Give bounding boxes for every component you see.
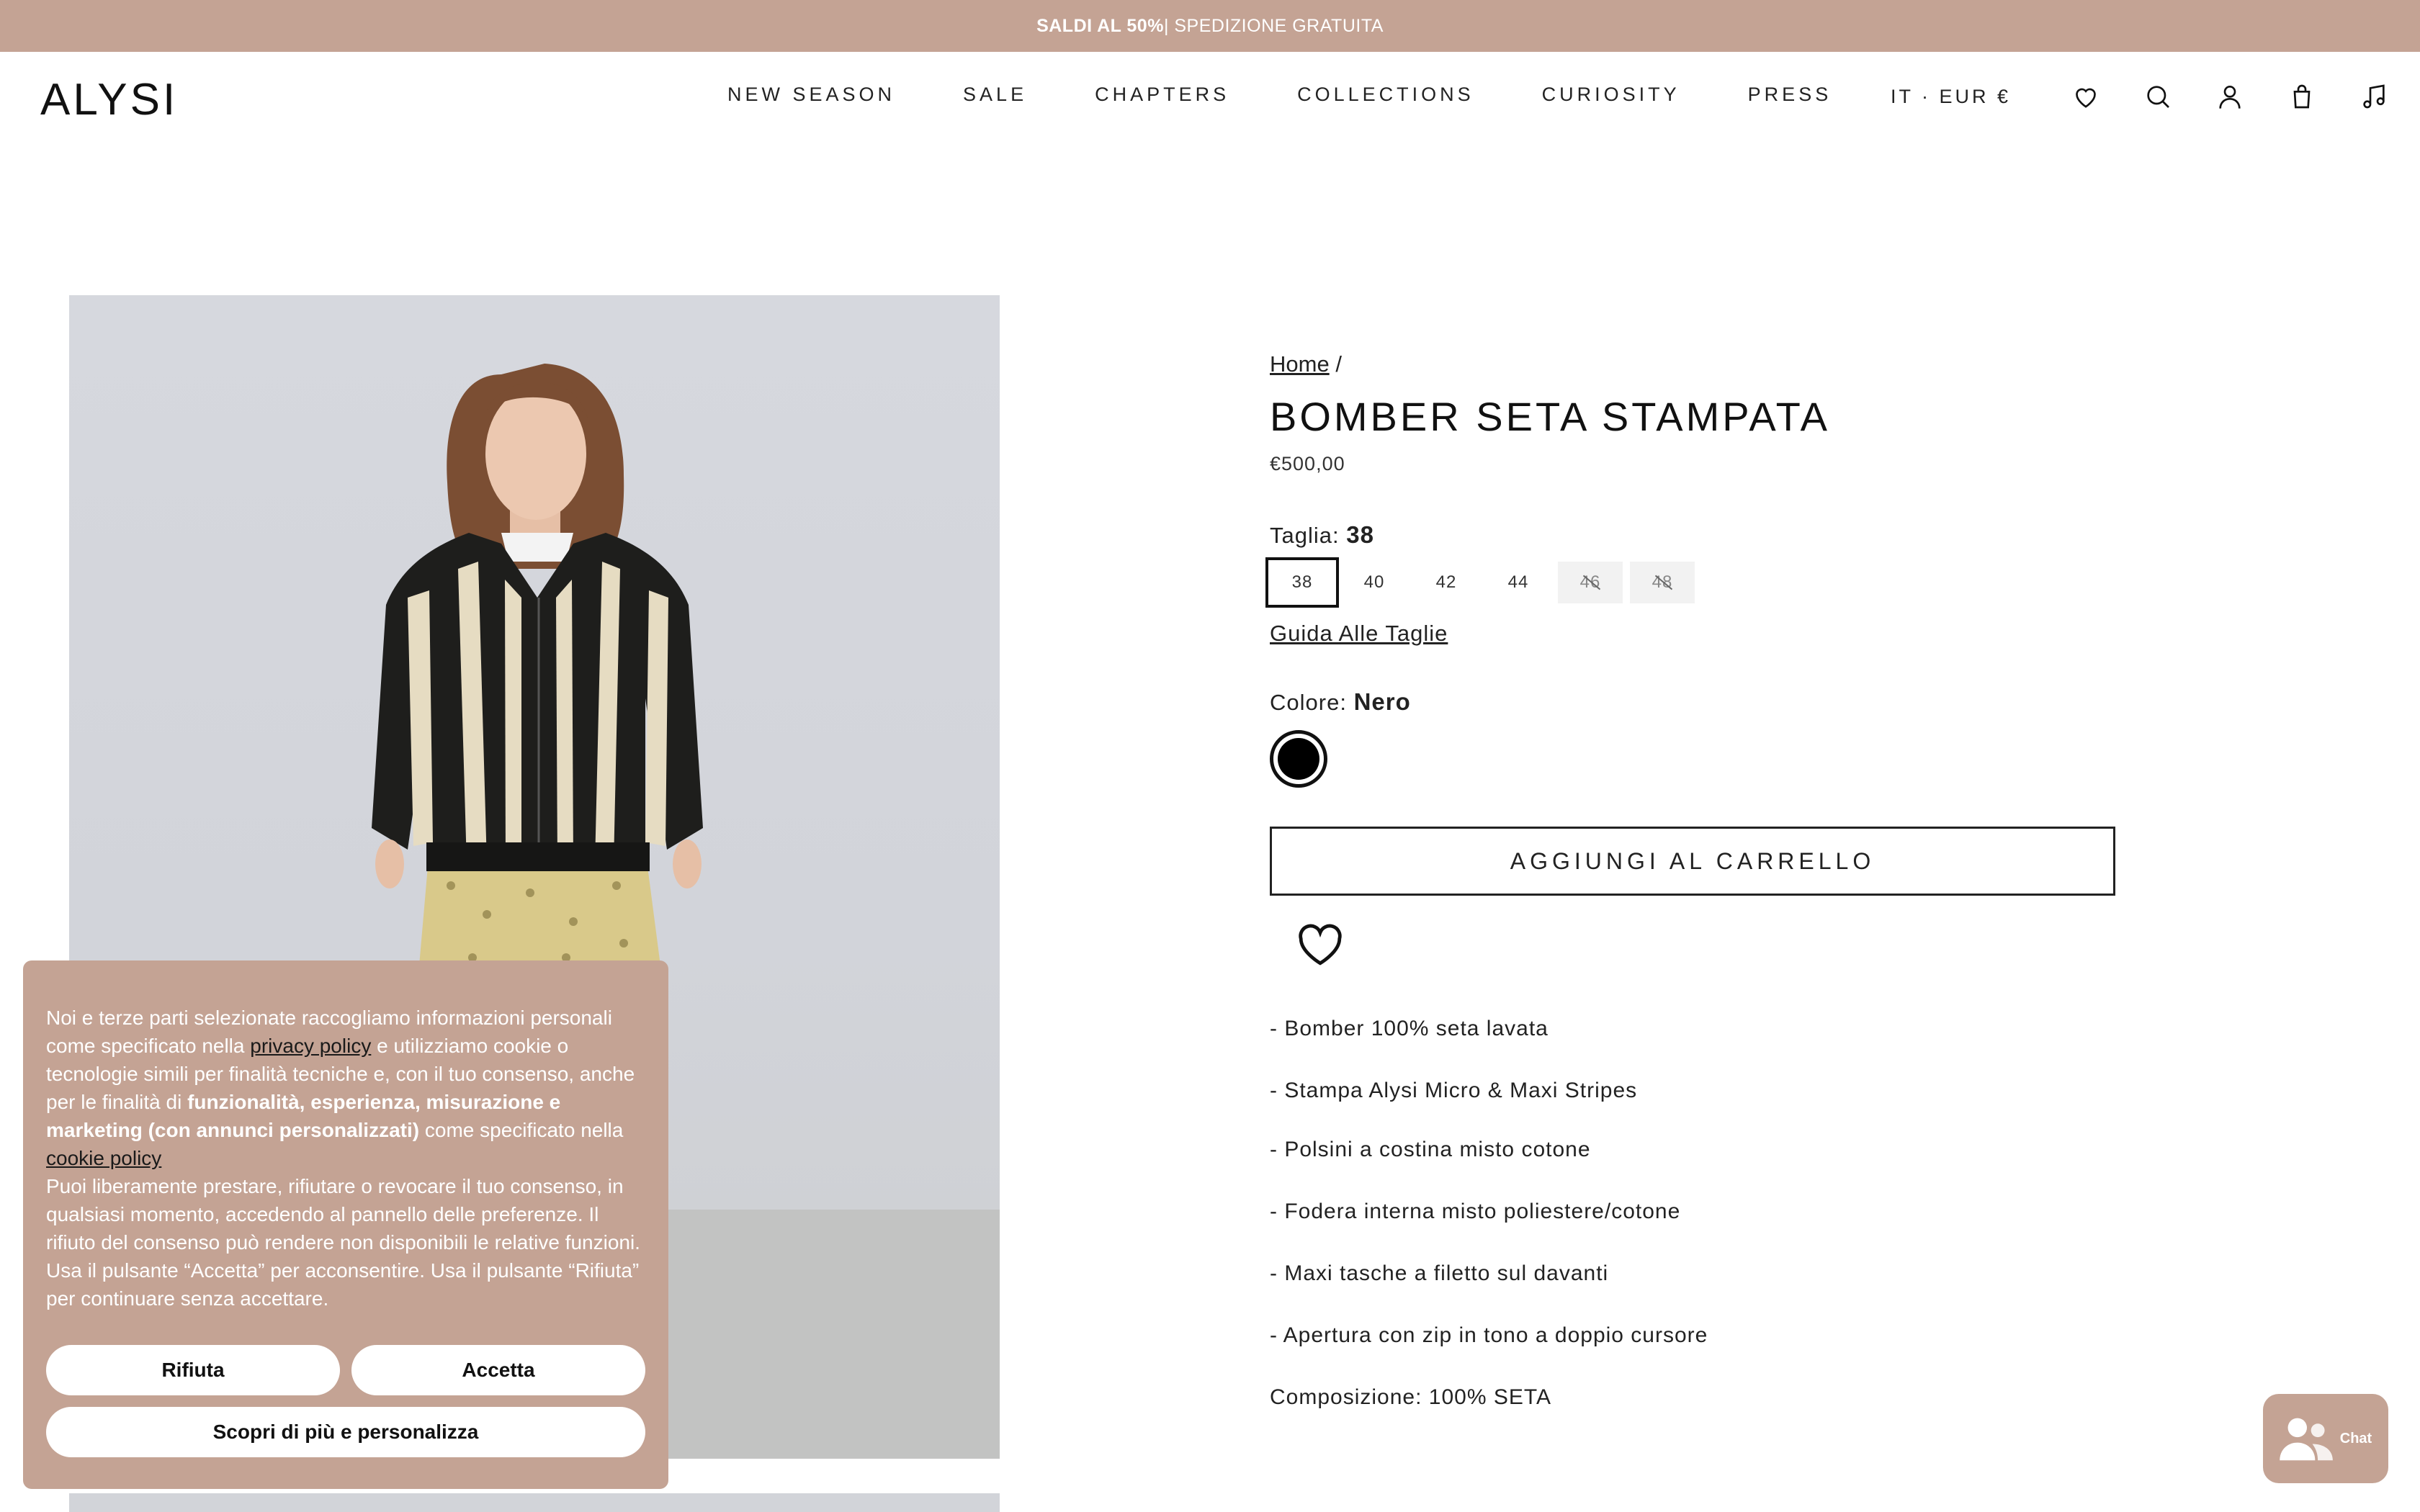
size-option-42[interactable]: 42 bbox=[1414, 562, 1479, 603]
breadcrumb-separator: / bbox=[1335, 351, 1342, 377]
cookie-policy-link[interactable]: cookie policy bbox=[46, 1147, 161, 1169]
announcement-shipping: | SPEDIZIONE GRATUITA bbox=[1163, 15, 1384, 36]
announcement-sale: SALDI AL 50% bbox=[1036, 15, 1164, 36]
color-swatch-nero[interactable] bbox=[1270, 730, 1327, 788]
cookie-text-part: come specificato nella bbox=[419, 1119, 624, 1141]
feature-item: - Stampa Alysi Micro & Maxi Stripes bbox=[1270, 1079, 1638, 1102]
nav-sale[interactable]: SALE bbox=[963, 84, 1027, 106]
nav-curiosity[interactable]: CURIOSITY bbox=[1542, 84, 1680, 106]
heart-icon bbox=[1299, 924, 1342, 966]
site-header: ALYSI NEW SEASON SALE CHAPTERS COLLECTIO… bbox=[0, 52, 2420, 144]
announcement-bar: SALDI AL 50% | SPEDIZIONE GRATUITA bbox=[0, 0, 2420, 52]
header-actions: IT · EUR € bbox=[1891, 75, 2391, 118]
customize-button[interactable]: Scopri di più e personalizza bbox=[46, 1407, 645, 1457]
product-info: Home / BOMBER SETA STAMPATA €500,00 Tagl… bbox=[1265, 351, 2120, 1410]
wishlist-button[interactable] bbox=[1296, 922, 1348, 968]
product-features: - Bomber 100% seta lavata - Stampa Alysi… bbox=[1270, 1017, 2120, 1410]
feature-item: - Bomber 100% seta lavata bbox=[1270, 1017, 1549, 1040]
size-option-38[interactable]: 38 bbox=[1265, 557, 1339, 608]
logo[interactable]: ALYSI bbox=[40, 78, 178, 122]
product-image-second[interactable] bbox=[69, 1493, 1000, 1512]
add-to-cart-button[interactable]: AGGIUNGI AL CARRELLO bbox=[1270, 827, 2115, 896]
feature-item: - Maxi tasche a filetto sul davanti bbox=[1270, 1261, 1609, 1285]
accept-button[interactable]: Accetta bbox=[351, 1345, 645, 1395]
size-option-44[interactable]: 44 bbox=[1486, 562, 1551, 603]
size-option-48[interactable]: 48 bbox=[1630, 562, 1695, 603]
nav-new-season[interactable]: NEW SEASON bbox=[727, 84, 895, 106]
size-selected-value: 38 bbox=[1346, 521, 1374, 548]
product-price: €500,00 bbox=[1270, 453, 1345, 474]
breadcrumb: Home / bbox=[1270, 351, 2120, 377]
user-icon[interactable] bbox=[2213, 79, 2247, 114]
product-title: BOMBER SETA STAMPATA bbox=[1270, 394, 1831, 439]
chat-button[interactable]: Chat bbox=[2263, 1394, 2388, 1483]
nav-press[interactable]: PRESS bbox=[1748, 84, 1832, 106]
size-options: 38 40 42 44 46 48 bbox=[1265, 557, 2120, 608]
privacy-policy-link[interactable]: privacy policy bbox=[250, 1035, 371, 1057]
feature-item: - Fodera interna misto poliestere/cotone bbox=[1270, 1200, 1681, 1223]
size-label: Taglia: 38 bbox=[1270, 521, 2120, 549]
size-option-40[interactable]: 40 bbox=[1342, 562, 1407, 603]
chat-label: Chat bbox=[2339, 1430, 2372, 1446]
size-guide-link[interactable]: Guida Alle Taglie bbox=[1270, 621, 1448, 647]
cookie-buttons: Rifiuta Accetta Scopri di più e personal… bbox=[46, 1345, 645, 1457]
reject-button[interactable]: Rifiuta bbox=[46, 1345, 340, 1395]
search-icon[interactable] bbox=[2141, 79, 2175, 114]
nav-collections[interactable]: COLLECTIONS bbox=[1297, 84, 1474, 106]
feature-item: - Polsini a costina misto cotone bbox=[1270, 1138, 1591, 1161]
feature-item: - Apertura con zip in tono a doppio curs… bbox=[1270, 1323, 1708, 1347]
music-note-icon[interactable] bbox=[2357, 79, 2391, 114]
breadcrumb-home[interactable]: Home bbox=[1270, 351, 1330, 377]
size-label-text: Taglia: bbox=[1270, 523, 1340, 548]
cookie-text-part: Puoi liberamente prestare, rifiutare o r… bbox=[46, 1175, 640, 1310]
color-swatch-dot bbox=[1278, 738, 1319, 780]
product-composition: Composizione: 100% SETA bbox=[1270, 1385, 1551, 1409]
cookie-banner: Noi e terze parti selezionate raccogliam… bbox=[23, 960, 668, 1489]
bag-icon[interactable] bbox=[2285, 79, 2319, 114]
color-label-text: Colore: bbox=[1270, 690, 1347, 715]
size-option-46[interactable]: 46 bbox=[1558, 562, 1623, 603]
chat-people-icon bbox=[2279, 1418, 2333, 1461]
color-selected-value: Nero bbox=[1353, 688, 1411, 715]
color-label: Colore: Nero bbox=[1270, 688, 2120, 716]
nav-chapters[interactable]: CHAPTERS bbox=[1095, 84, 1229, 106]
cookie-text: Noi e terze parti selezionate raccogliam… bbox=[46, 1004, 645, 1313]
main-nav: NEW SEASON SALE CHAPTERS COLLECTIONS CUR… bbox=[727, 84, 1899, 106]
cookie-button-row: Rifiuta Accetta bbox=[46, 1345, 645, 1395]
locale-selector[interactable]: IT · EUR € bbox=[1891, 86, 2011, 108]
heart-icon[interactable] bbox=[2069, 79, 2103, 114]
